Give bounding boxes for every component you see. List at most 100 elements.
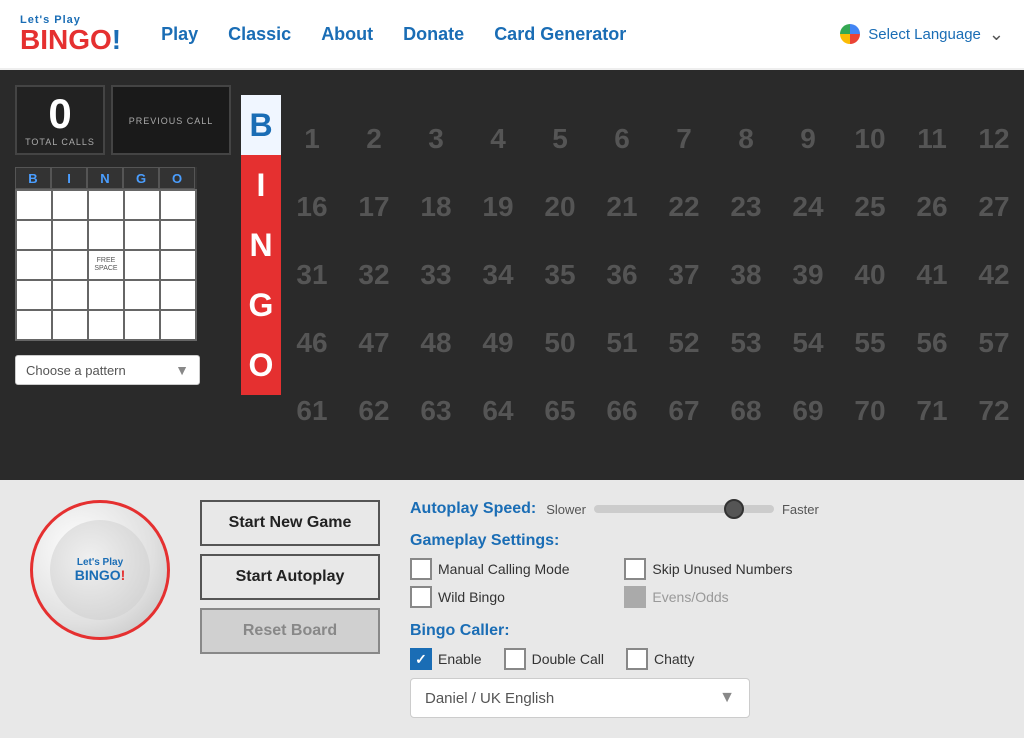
number-cell[interactable]: 27 [963, 173, 1024, 241]
number-cell[interactable]: 61 [281, 377, 343, 445]
number-cell[interactable]: 32 [343, 241, 405, 309]
number-cell[interactable]: 10 [839, 105, 901, 173]
number-cell[interactable]: 66 [591, 377, 653, 445]
number-cell[interactable]: 8 [715, 105, 777, 173]
number-cell[interactable]: 48 [405, 309, 467, 377]
previous-call-box: PREVIOUS CALL [111, 85, 231, 155]
number-cell[interactable]: 69 [777, 377, 839, 445]
number-cell[interactable]: 51 [591, 309, 653, 377]
number-cell[interactable]: 52 [653, 309, 715, 377]
pattern-placeholder: Choose a pattern [26, 363, 126, 378]
bingo-caller-checkboxes: Enable Double Call Chatty [410, 648, 819, 670]
chevron-down-icon[interactable]: ⌄ [989, 24, 1004, 45]
autoplay-speed-label: Autoplay Speed: [410, 500, 536, 518]
chatty-checkbox[interactable] [626, 648, 648, 670]
start-autoplay-button[interactable]: Start Autoplay [200, 554, 380, 600]
bingo-cell [16, 220, 52, 250]
letter-n: N [241, 215, 281, 275]
number-cell[interactable]: 40 [839, 241, 901, 309]
number-cell[interactable]: 47 [343, 309, 405, 377]
number-cell[interactable]: 7 [653, 105, 715, 173]
select-language-button[interactable]: Select Language [868, 26, 981, 43]
number-cell[interactable]: 37 [653, 241, 715, 309]
number-cell[interactable]: 46 [281, 309, 343, 377]
number-cell[interactable]: 72 [963, 377, 1024, 445]
number-cell[interactable]: 6 [591, 105, 653, 173]
number-cell[interactable]: 9 [777, 105, 839, 173]
enable-checkbox[interactable] [410, 648, 432, 670]
number-cell[interactable]: 17 [343, 173, 405, 241]
number-cell[interactable]: 21 [591, 173, 653, 241]
bingo-board-area: B I N G O 123456789101112131415161718192… [241, 95, 1024, 445]
number-cell[interactable]: 5 [529, 105, 591, 173]
double-call-checkbox[interactable] [504, 648, 526, 670]
number-cell[interactable]: 65 [529, 377, 591, 445]
number-cell[interactable]: 22 [653, 173, 715, 241]
nav-play[interactable]: Play [161, 24, 198, 45]
number-cell[interactable]: 38 [715, 241, 777, 309]
number-cell[interactable]: 54 [777, 309, 839, 377]
pattern-dropdown[interactable]: Choose a pattern ▼ [15, 355, 200, 385]
number-cell[interactable]: 53 [715, 309, 777, 377]
nav-about[interactable]: About [321, 24, 373, 45]
number-cell[interactable]: 26 [901, 173, 963, 241]
number-cell[interactable]: 41 [901, 241, 963, 309]
number-cell[interactable]: 25 [839, 173, 901, 241]
number-cell[interactable]: 33 [405, 241, 467, 309]
number-cell[interactable]: 57 [963, 309, 1024, 377]
number-cell[interactable]: 20 [529, 173, 591, 241]
evens-odds-checkbox[interactable] [624, 586, 646, 608]
slider-thumb [724, 499, 744, 519]
logo[interactable]: Let's Play BINGO! [20, 14, 121, 54]
number-cell[interactable]: 11 [901, 105, 963, 173]
number-cell[interactable]: 35 [529, 241, 591, 309]
caller-dropdown[interactable]: Daniel / UK English ▼ [410, 678, 750, 718]
manual-calling-row: Manual Calling Mode [410, 558, 604, 580]
number-cell[interactable]: 68 [715, 377, 777, 445]
number-cell[interactable]: 2 [343, 105, 405, 173]
number-cell[interactable]: 70 [839, 377, 901, 445]
number-cell[interactable]: 42 [963, 241, 1024, 309]
letter-o: O [241, 335, 281, 395]
number-cell[interactable]: 23 [715, 173, 777, 241]
number-cell[interactable]: 63 [405, 377, 467, 445]
number-cell[interactable]: 64 [467, 377, 529, 445]
number-cell[interactable]: 16 [281, 173, 343, 241]
number-cell[interactable]: 50 [529, 309, 591, 377]
nav-donate[interactable]: Donate [403, 24, 464, 45]
number-cell[interactable]: 62 [343, 377, 405, 445]
autoplay-speed-slider[interactable] [594, 505, 774, 513]
number-cell[interactable]: 55 [839, 309, 901, 377]
game-area: 0 TOTAL CALLS PREVIOUS CALL B I N G O [0, 70, 1024, 480]
number-cell[interactable]: 36 [591, 241, 653, 309]
number-cell[interactable]: 19 [467, 173, 529, 241]
nav-card-generator[interactable]: Card Generator [494, 24, 626, 45]
bingo-cell [124, 310, 160, 340]
number-cell[interactable]: 67 [653, 377, 715, 445]
bingo-card-header: B I N G O [15, 167, 197, 189]
number-cell[interactable]: 56 [901, 309, 963, 377]
nav-classic[interactable]: Classic [228, 24, 291, 45]
gameplay-grid: Manual Calling Mode Skip Unused Numbers … [410, 558, 819, 608]
left-panel: 0 TOTAL CALLS PREVIOUS CALL B I N G O [15, 85, 231, 385]
start-new-game-button[interactable]: Start New Game [200, 500, 380, 546]
number-cell[interactable]: 18 [405, 173, 467, 241]
number-cell[interactable]: 39 [777, 241, 839, 309]
number-cell[interactable]: 34 [467, 241, 529, 309]
letter-b: B [241, 95, 281, 155]
bingo-cell [124, 220, 160, 250]
number-cell[interactable]: 31 [281, 241, 343, 309]
manual-calling-checkbox[interactable] [410, 558, 432, 580]
number-cell[interactable]: 3 [405, 105, 467, 173]
number-cell[interactable]: 71 [901, 377, 963, 445]
number-cell[interactable]: 24 [777, 173, 839, 241]
number-cell[interactable]: 12 [963, 105, 1024, 173]
wild-bingo-checkbox[interactable] [410, 586, 432, 608]
bingo-cell [88, 190, 124, 220]
number-cell[interactable]: 4 [467, 105, 529, 173]
bingo-caller-label-row: Bingo Caller: [410, 622, 819, 640]
number-cell[interactable]: 49 [467, 309, 529, 377]
bingo-cell [160, 310, 196, 340]
number-cell[interactable]: 1 [281, 105, 343, 173]
skip-unused-checkbox[interactable] [624, 558, 646, 580]
